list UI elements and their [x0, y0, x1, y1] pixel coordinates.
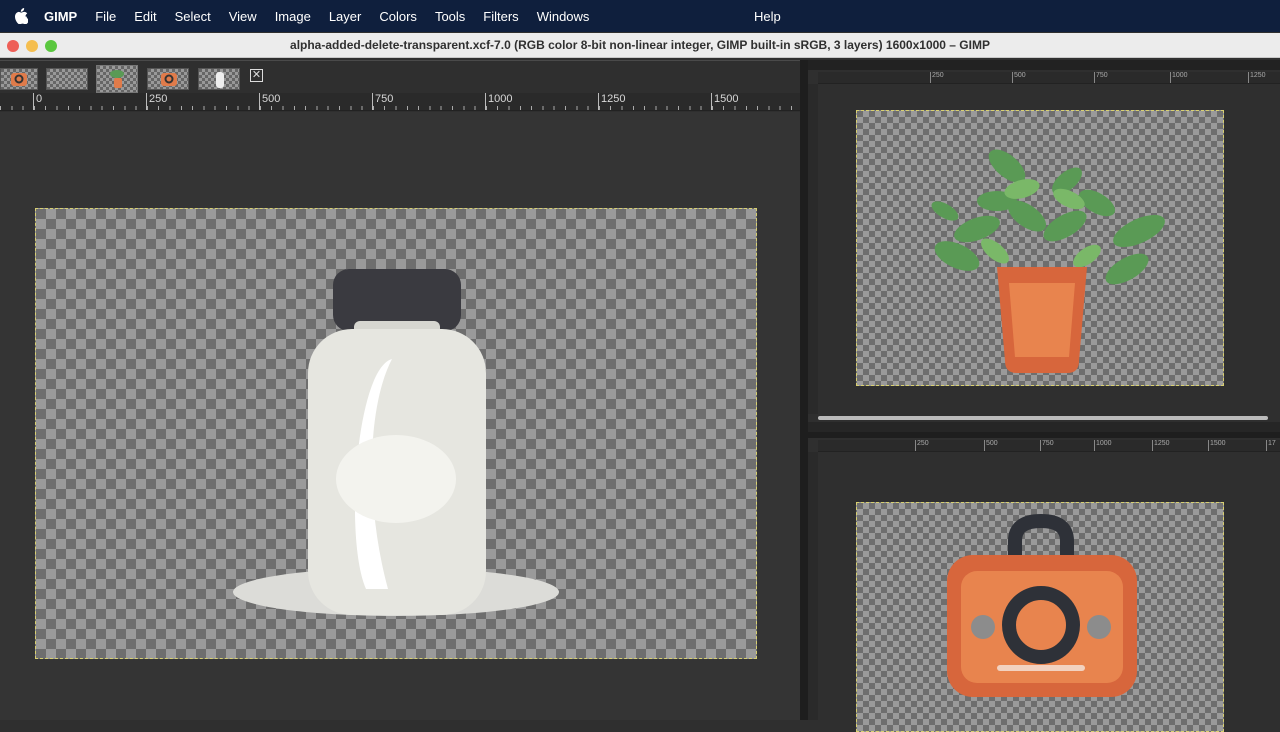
ruler-label: 750	[1040, 440, 1054, 451]
horizontal-ruler: 0 250 500 750 1000 1250 1500	[0, 93, 800, 111]
menu-help[interactable]: Help	[754, 9, 781, 24]
side-horizontal-ruler: 250 500 750 1000 1250	[818, 72, 1280, 84]
menu-tools[interactable]: Tools	[435, 9, 465, 24]
ruler-label: 500	[984, 440, 998, 451]
ruler-label: 750	[1094, 72, 1108, 83]
menu-image[interactable]: Image	[275, 9, 311, 24]
apple-icon[interactable]	[14, 8, 36, 24]
window-titlebar: alpha-added-delete-transparent.xcf-7.0 (…	[0, 33, 1280, 58]
main-canvas-area[interactable]	[0, 112, 800, 720]
ruler-label: 1500	[711, 93, 738, 110]
image-tab-empty[interactable]	[46, 68, 88, 90]
ruler-label: 1000	[485, 93, 512, 110]
ruler-label: 500	[1012, 72, 1026, 83]
ruler-ticks	[0, 106, 800, 110]
ruler-label: 250	[930, 72, 944, 83]
image-canvas-bottle[interactable]	[35, 208, 757, 659]
ruler-label: 750	[372, 93, 393, 110]
side-vertical-ruler	[808, 452, 818, 720]
ruler-label: 17	[1266, 440, 1276, 451]
menu-windows[interactable]: Windows	[537, 9, 590, 24]
menu-colors[interactable]: Colors	[379, 9, 417, 24]
side-scrollbar[interactable]	[818, 416, 1268, 420]
ruler-label: 1500	[1208, 440, 1226, 451]
close-view-icon[interactable]: ✕	[250, 69, 263, 82]
camera-illustration	[947, 513, 1137, 697]
side-image-window-plant: 250 500 750 1000 1250	[808, 60, 1280, 434]
ruler-label: 500	[259, 93, 280, 110]
image-canvas-plant[interactable]	[856, 110, 1224, 386]
ruler-label: 250	[915, 440, 929, 451]
bottle-illustration	[233, 269, 559, 616]
menu-select[interactable]: Select	[175, 9, 211, 24]
side-image-window-camera: 250 500 750 1000 1250 1500 17	[808, 432, 1280, 732]
side-vertical-ruler	[808, 84, 818, 414]
menu-file[interactable]: File	[95, 9, 116, 24]
image-tab-bottle[interactable]	[198, 68, 240, 90]
ruler-label: 250	[146, 93, 167, 110]
ruler-label: 1250	[1248, 72, 1266, 83]
ruler-label: 1250	[598, 93, 625, 110]
menu-view[interactable]: View	[229, 9, 257, 24]
ruler-label: 1000	[1170, 72, 1188, 83]
ruler-label: 0	[33, 93, 42, 110]
ruler-label: 1250	[1152, 440, 1170, 451]
ruler-label: 1000	[1094, 440, 1112, 451]
side-tabs	[808, 432, 1280, 438]
plant-illustration	[931, 149, 1165, 373]
side-tabs	[808, 60, 1280, 70]
menu-filters[interactable]: Filters	[483, 9, 518, 24]
menu-gimp[interactable]: GIMP	[44, 9, 77, 24]
menu-layer[interactable]: Layer	[329, 9, 362, 24]
image-canvas-camera[interactable]	[856, 502, 1224, 732]
image-tab-camera[interactable]	[0, 68, 38, 90]
image-tab-camera-2[interactable]	[147, 68, 189, 90]
panel-divider[interactable]	[800, 60, 808, 720]
image-tabs: ✕	[0, 60, 800, 93]
menu-edit[interactable]: Edit	[134, 9, 156, 24]
window-title: alpha-added-delete-transparent.xcf-7.0 (…	[290, 38, 990, 52]
macos-menubar: GIMP File Edit Select View Image Layer C…	[0, 0, 1280, 32]
side-horizontal-ruler: 250 500 750 1000 1250 1500 17	[818, 440, 1280, 452]
image-tab-plant[interactable]	[96, 65, 138, 93]
